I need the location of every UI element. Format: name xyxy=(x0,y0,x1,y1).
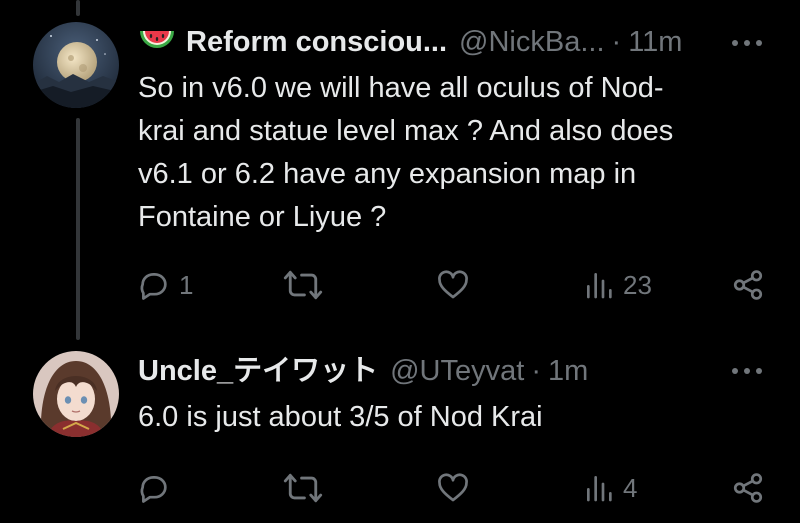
post-header: Reform consciou... @NickBa... · 11m xyxy=(138,22,682,62)
post-text: 6.0 is just about 3/5 of Nod Krai xyxy=(138,401,543,433)
thread-connector-line xyxy=(76,118,80,340)
reply-count: 1 xyxy=(179,269,194,300)
views-count: 23 xyxy=(623,269,652,300)
moon-landscape-avatar-image xyxy=(33,22,119,108)
share-icon xyxy=(733,473,763,503)
heart-icon xyxy=(438,270,468,299)
more-dot-icon xyxy=(756,40,762,46)
anime-character-avatar-image xyxy=(33,351,119,437)
user-handle[interactable]: @NickBa... xyxy=(459,22,604,62)
heart-icon xyxy=(438,473,468,502)
more-options-button[interactable] xyxy=(732,366,762,376)
display-name[interactable]: Uncle_テイワット xyxy=(138,351,378,391)
user-handle[interactable]: @UTeyvat xyxy=(390,351,524,391)
more-dot-icon xyxy=(744,40,750,46)
reply-icon xyxy=(140,273,167,300)
watermelon-emoji-icon xyxy=(138,27,176,57)
more-dot-icon xyxy=(756,368,762,374)
analytics-bar-icon xyxy=(587,476,612,502)
share-button[interactable] xyxy=(731,471,765,505)
separator-dot: · xyxy=(531,355,541,387)
repost-icon xyxy=(283,473,323,503)
post-text: So in v6.0 we will have all oculus of No… xyxy=(138,72,674,233)
more-dot-icon xyxy=(744,368,750,374)
reply-button[interactable] xyxy=(137,471,179,505)
thread-connector-line xyxy=(76,0,80,16)
reply-icon xyxy=(140,476,167,503)
reply-button[interactable]: 1 xyxy=(137,268,193,302)
views-button[interactable]: 23 xyxy=(583,268,652,302)
analytics-bar-icon xyxy=(587,273,612,299)
share-icon xyxy=(733,270,763,300)
share-button[interactable] xyxy=(731,268,765,302)
post-timestamp[interactable]: 1m xyxy=(548,351,588,391)
more-dot-icon xyxy=(732,40,738,46)
repost-button[interactable] xyxy=(283,471,323,505)
avatar[interactable] xyxy=(33,22,119,108)
more-dot-icon xyxy=(732,368,738,374)
like-button[interactable] xyxy=(436,268,470,302)
repost-button[interactable] xyxy=(283,268,323,302)
repost-icon xyxy=(283,270,323,300)
views-count: 4 xyxy=(623,472,638,503)
like-button[interactable] xyxy=(436,471,470,505)
post-header: Uncle_テイワット @UTeyvat · 1m xyxy=(138,351,588,391)
more-options-button[interactable] xyxy=(732,38,762,48)
display-name[interactable]: Reform consciou... xyxy=(186,22,447,62)
separator-dot: · xyxy=(611,26,622,58)
post-timestamp[interactable]: 11m xyxy=(628,22,682,62)
views-button[interactable]: 4 xyxy=(583,471,637,505)
avatar[interactable] xyxy=(33,351,119,437)
